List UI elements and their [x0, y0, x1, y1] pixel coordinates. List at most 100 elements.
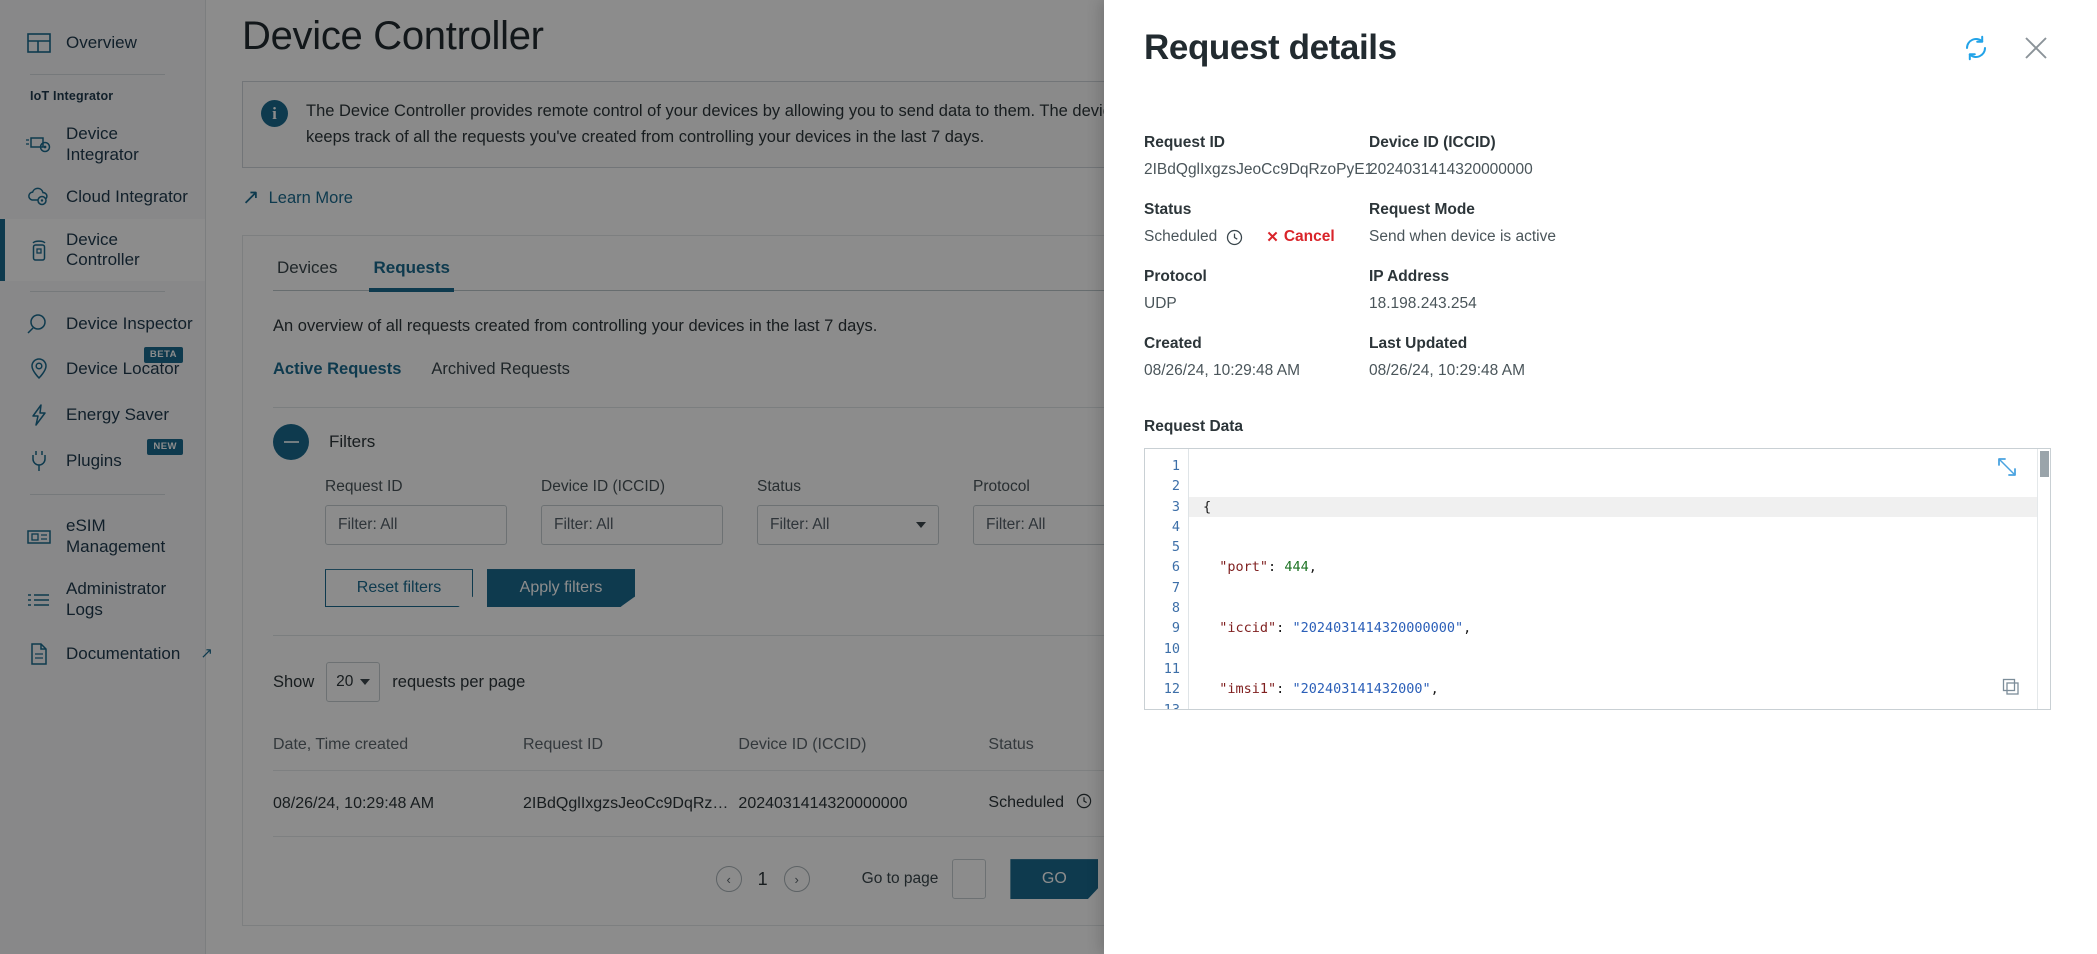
sidebar-item-cloud-integrator[interactable]: Cloud Integrator: [0, 176, 205, 218]
sidebar-item-administrator-logs[interactable]: Administrator Logs: [0, 568, 205, 631]
field-value: 08/26/24, 10:29:48 AM: [1369, 362, 1525, 379]
line-number: 6: [1171, 559, 1180, 576]
sidebar-item-device-inspector[interactable]: Device Inspector: [0, 302, 205, 346]
sidebar: Overview IoT Integrator Device Integrato…: [0, 0, 213, 954]
map-pin-icon: [26, 357, 52, 381]
bolt-icon: [26, 403, 52, 427]
per-page-select[interactable]: 20: [326, 662, 381, 703]
copy-icon[interactable]: [2001, 677, 2020, 701]
cancel-request-button[interactable]: ✕ Cancel: [1266, 228, 1334, 246]
filter-device-id-input[interactable]: Filter: All: [541, 505, 723, 546]
json-code[interactable]: { "port": 444, "iccid": "202403141432000…: [1189, 449, 2050, 709]
reset-filters-button[interactable]: Reset filters: [325, 569, 473, 608]
sidebar-item-device-locator[interactable]: BETA Device Locator: [0, 346, 205, 392]
sidebar-divider-1: [30, 74, 165, 76]
cell-device-id: 2024031414320000000: [738, 770, 989, 837]
status-text: Scheduled: [988, 794, 1065, 812]
plug-icon: [26, 449, 52, 473]
sidebar-item-esim-management[interactable]: eSIM Management: [0, 505, 205, 568]
per-page-prefix: Show: [273, 672, 315, 691]
field-request-mode: Request Mode Send when device is active: [1369, 179, 2051, 246]
next-page-button[interactable]: ›: [783, 866, 810, 893]
request-details-drawer: Request details Request ID 2IBdQglIxgzsJ…: [1104, 0, 2097, 954]
app-root: Overview IoT Integrator Device Integrato…: [0, 0, 2097, 954]
sidebar-item-device-controller[interactable]: Device Controller: [0, 218, 205, 282]
sidebar-divider-3: [30, 494, 165, 496]
field-value: 2IBdQglIxgzsJeoCc9DqRzoPyE1: [1144, 161, 1374, 178]
goto-page-input[interactable]: [952, 859, 987, 900]
column-request-id: Request ID: [523, 736, 604, 754]
cell-request-id: 2IBdQglIxgzsJeoCc9DqRz…: [523, 770, 739, 837]
sidebar-group-label: IoT Integrator: [30, 89, 114, 104]
prev-page-button[interactable]: ‹: [715, 866, 742, 893]
minus-icon: [283, 440, 299, 444]
go-button[interactable]: GO: [1010, 859, 1099, 900]
drawer-title: Request details: [1144, 28, 1397, 67]
document-icon: [26, 642, 52, 666]
cloud-gear-icon: [26, 187, 52, 207]
sidebar-item-label: eSIM Management: [66, 516, 166, 556]
sidebar-item-label: Device Controller: [66, 229, 140, 269]
field-value-wrapper: Scheduled ✕ Cancel: [1144, 219, 1369, 246]
line-number: 4: [1171, 518, 1180, 535]
expand-editor-icon[interactable]: [1996, 456, 2018, 483]
sidebar-item-label: Plugins: [66, 451, 122, 471]
tab-devices[interactable]: Devices: [273, 258, 341, 290]
code-line: "iccid": "2024031414320000000",: [1219, 620, 1472, 637]
drawer-header: Request details: [1144, 28, 2051, 68]
editor-scrollbar[interactable]: [2037, 449, 2050, 709]
request-data-editor[interactable]: 1 2 3 4 5 6 7 8 9 10 11 12 13 { "port": …: [1144, 448, 2051, 710]
filter-value: Filter: All: [554, 516, 614, 534]
per-page-suffix: requests per page: [392, 672, 526, 691]
line-number: 7: [1171, 579, 1180, 596]
field-created: Created 08/26/24, 10:29:48 AM: [1144, 313, 1369, 380]
refresh-icon[interactable]: [1961, 33, 1991, 63]
request-data-label: Request Data: [1144, 418, 1244, 435]
sidebar-item-device-integrator[interactable]: Device Integrator: [0, 113, 205, 176]
line-number: 1: [1171, 458, 1180, 474]
arrow-northeast-icon: ↗: [242, 186, 260, 210]
field-value: 18.198.243.254: [1369, 295, 1477, 312]
field-status: Status Scheduled ✕ Cancel: [1144, 179, 1369, 246]
json-value-iccid: 2024031414320000000: [1300, 620, 1456, 637]
field-label: Last Updated: [1369, 335, 1468, 352]
chevron-down-icon: [360, 679, 371, 686]
current-page[interactable]: 1: [756, 869, 770, 890]
sidebar-item-overview[interactable]: Overview: [0, 22, 205, 64]
apply-filters-button[interactable]: Apply filters: [487, 569, 635, 608]
line-number: 10: [1163, 640, 1180, 657]
line-number: 2: [1171, 478, 1180, 495]
filter-value: Filter: All: [770, 516, 830, 534]
sidebar-item-documentation[interactable]: Documentation ↗: [0, 631, 213, 677]
line-number-gutter: 1 2 3 4 5 6 7 8 9 10 11 12 13: [1145, 449, 1189, 709]
filter-request-id-input[interactable]: Filter: All: [325, 505, 507, 546]
filter-status-select[interactable]: Filter: All: [757, 505, 939, 546]
field-protocol: Protocol UDP: [1144, 246, 1369, 313]
scrollbar-thumb[interactable]: [2040, 451, 2049, 477]
goto-page-label: Go to page: [861, 870, 939, 888]
json-value-imsi1: 202403141432000: [1300, 681, 1423, 698]
magnifier-icon: [26, 313, 52, 335]
device-integrator-icon: [26, 135, 52, 155]
field-ip-address: IP Address 18.198.243.254: [1369, 246, 2051, 313]
list-icon: [26, 590, 52, 610]
sidebar-item-energy-saver[interactable]: Energy Saver: [0, 392, 205, 438]
learn-more-label: Learn More: [268, 189, 353, 208]
per-page-value: 20: [336, 673, 354, 691]
line-number: 8: [1171, 600, 1180, 617]
subtab-active-requests[interactable]: Active Requests: [273, 360, 401, 379]
badge-beta: BETA: [143, 347, 183, 363]
filter-value: Filter: All: [986, 516, 1046, 534]
sidebar-item-plugins[interactable]: NEW Plugins: [0, 438, 205, 484]
field-label: Protocol: [1144, 268, 1207, 285]
line-number: 5: [1171, 539, 1180, 556]
collapse-filters-button[interactable]: [273, 424, 309, 461]
json-value-port: 444: [1284, 559, 1309, 576]
drawer-actions: [1961, 33, 2049, 63]
badge-new: NEW: [147, 439, 183, 455]
tab-requests[interactable]: Requests: [369, 258, 454, 293]
filter-status: Status Filter: All: [757, 478, 939, 546]
field-label: Created: [1144, 335, 1202, 352]
subtab-archived-requests[interactable]: Archived Requests: [431, 360, 570, 379]
close-icon[interactable]: [2023, 35, 2049, 61]
